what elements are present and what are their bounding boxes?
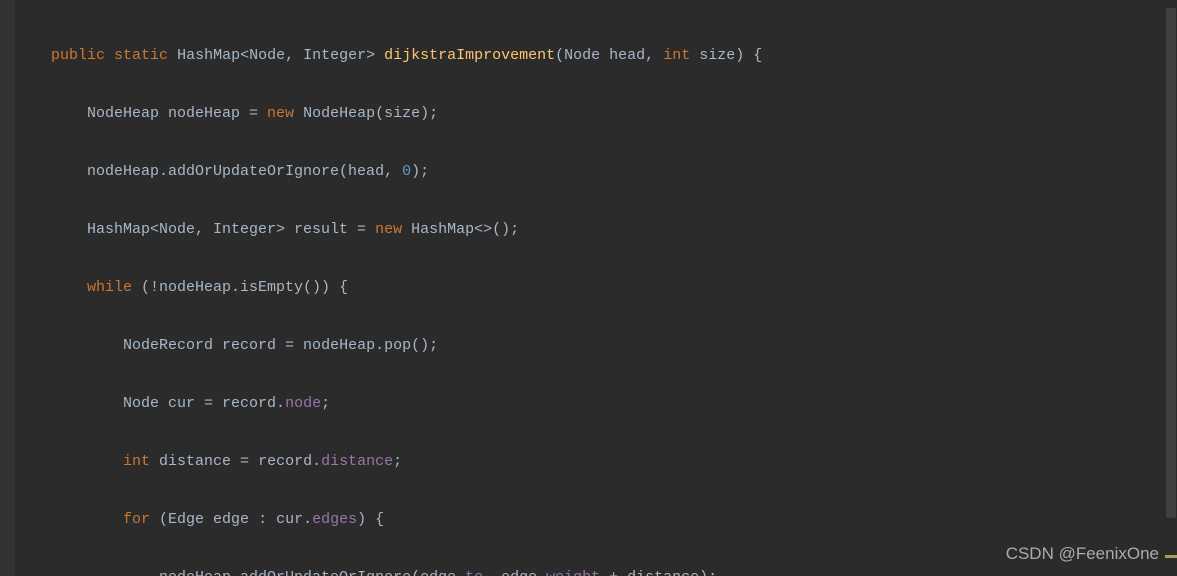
keyword-while: while bbox=[87, 279, 132, 296]
text: nodeHeap.addOrUpdateOrIgnore(edge. bbox=[159, 569, 465, 576]
text: HashMap<Node, Integer> result = bbox=[87, 221, 375, 238]
keyword-for: for bbox=[123, 511, 150, 528]
text: , edge. bbox=[483, 569, 546, 576]
keyword-int: int bbox=[663, 47, 690, 64]
keyword-int: int bbox=[123, 453, 150, 470]
vertical-scrollbar[interactable] bbox=[1165, 0, 1177, 576]
function-name: dijkstraImprovement bbox=[384, 47, 555, 64]
text: Node cur = record. bbox=[123, 395, 285, 412]
code-line: Node cur = record.node; bbox=[15, 389, 1155, 418]
number-literal: 0 bbox=[402, 163, 411, 180]
keyword-static: static bbox=[114, 47, 168, 64]
text: (Edge edge : cur. bbox=[150, 511, 312, 528]
params-close: size) { bbox=[690, 47, 762, 64]
text: ; bbox=[393, 453, 402, 470]
keyword-new: new bbox=[267, 105, 294, 122]
text: ; bbox=[321, 395, 330, 412]
code-line: int distance = record.distance; bbox=[15, 447, 1155, 476]
text: ) { bbox=[357, 511, 384, 528]
text: NodeRecord record = nodeHeap.pop(); bbox=[123, 337, 438, 354]
code-line: nodeHeap.addOrUpdateOrIgnore(head, 0); bbox=[15, 157, 1155, 186]
text: HashMap<>(); bbox=[402, 221, 519, 238]
field-edges: edges bbox=[312, 511, 357, 528]
text: nodeHeap.addOrUpdateOrIgnore(head, bbox=[87, 163, 402, 180]
return-type: HashMap<Node, Integer> bbox=[177, 47, 375, 64]
field-to: to bbox=[465, 569, 483, 576]
code-editor[interactable]: public static HashMap<Node, Integer> dij… bbox=[0, 0, 1155, 576]
code-line: HashMap<Node, Integer> result = new Hash… bbox=[15, 215, 1155, 244]
scroll-marker bbox=[1165, 555, 1177, 558]
code-line: NodeHeap nodeHeap = new NodeHeap(size); bbox=[15, 99, 1155, 128]
keyword-public: public bbox=[51, 47, 105, 64]
code-line: public static HashMap<Node, Integer> dij… bbox=[15, 41, 1155, 70]
field-weight: weight bbox=[546, 569, 600, 576]
scroll-thumb[interactable] bbox=[1166, 8, 1176, 518]
keyword-new: new bbox=[375, 221, 402, 238]
code-line: for (Edge edge : cur.edges) { bbox=[15, 505, 1155, 534]
text: (!nodeHeap.isEmpty()) { bbox=[132, 279, 348, 296]
code-line: NodeRecord record = nodeHeap.pop(); bbox=[15, 331, 1155, 360]
text: distance = record. bbox=[150, 453, 321, 470]
text: ); bbox=[411, 163, 429, 180]
code-line: while (!nodeHeap.isEmpty()) { bbox=[15, 273, 1155, 302]
watermark: CSDN @FeenixOne bbox=[1006, 539, 1159, 568]
field-distance: distance bbox=[321, 453, 393, 470]
code-line: nodeHeap.addOrUpdateOrIgnore(edge.to, ed… bbox=[15, 563, 1155, 576]
text: NodeHeap nodeHeap = bbox=[87, 105, 267, 122]
text: NodeHeap(size); bbox=[294, 105, 438, 122]
params-open: (Node head, bbox=[555, 47, 663, 64]
field-node: node bbox=[285, 395, 321, 412]
text: + distance); bbox=[600, 569, 717, 576]
